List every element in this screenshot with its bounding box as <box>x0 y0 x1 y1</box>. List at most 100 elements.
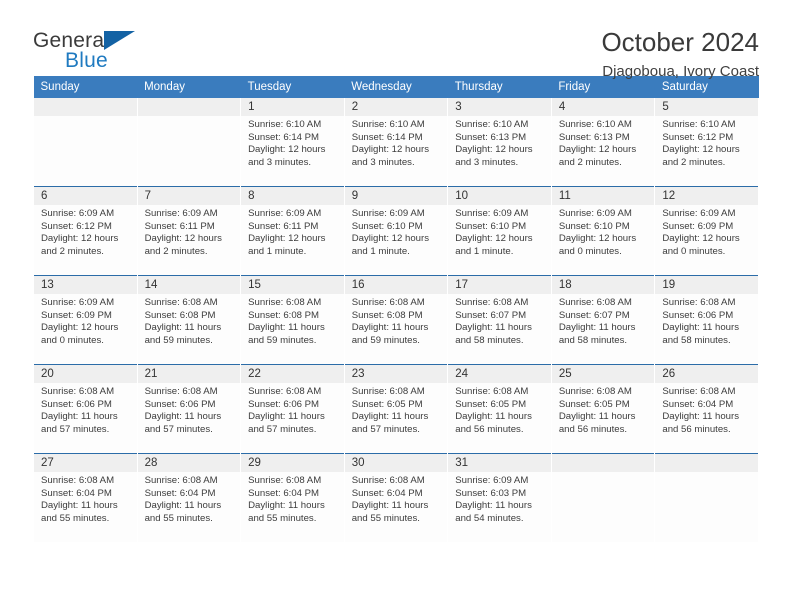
day-detail-lines: Sunrise: 6:08 AM Sunset: 6:08 PM Daylight:… <box>138 294 241 347</box>
day-number <box>34 98 137 116</box>
day-detail-lines: Sunrise: 6:08 AM Sunset: 6:04 PM Daylight:… <box>655 383 758 436</box>
day-detail-line: Sunset: 6:06 PM <box>41 398 112 410</box>
triangle-icon <box>104 31 135 50</box>
day-cell-inner: 3 Sunrise: 6:10 AM Sunset: 6:13 PM Daylight… <box>448 98 551 186</box>
day-detail-line: Daylight: 12 hours <box>455 233 533 245</box>
day-detail-line: and 59 minutes. <box>248 334 317 346</box>
calendar-week-row: 13 Sunrise: 6:09 AM Sunset: 6:09 PM Dayligh… <box>33 275 759 365</box>
calendar-day-cell[interactable]: 7 Sunrise: 6:09 AM Sunset: 6:11 PM Daylight… <box>136 186 242 276</box>
calendar-week-row: 1 Sunrise: 6:10 AM Sunset: 6:14 PM Daylight… <box>33 98 759 187</box>
calendar-day-cell[interactable]: 17 Sunrise: 6:08 AM Sunset: 6:07 PM Dayligh… <box>447 275 552 365</box>
day-cell-inner: 8 Sunrise: 6:09 AM Sunset: 6:11 PM Daylight… <box>241 187 344 275</box>
day-detail-line: Sunrise: 6:08 AM <box>662 386 736 397</box>
calendar-day-cell[interactable]: 20 Sunrise: 6:08 AM Sunset: 6:06 PM Dayligh… <box>33 364 138 454</box>
calendar-day-cell[interactable]: 6 Sunrise: 6:09 AM Sunset: 6:12 PM Daylight… <box>33 186 138 276</box>
calendar-day-cell[interactable]: 13 Sunrise: 6:09 AM Sunset: 6:09 PM Dayligh… <box>33 275 138 365</box>
day-number <box>655 454 758 472</box>
calendar-day-cell[interactable]: 27 Sunrise: 6:08 AM Sunset: 6:04 PM Dayligh… <box>33 453 138 542</box>
calendar-day-cell[interactable]: 23 Sunrise: 6:08 AM Sunset: 6:05 PM Dayligh… <box>343 364 449 454</box>
calendar-day-cell[interactable]: 10 Sunrise: 6:09 AM Sunset: 6:10 PM Dayligh… <box>447 186 552 276</box>
day-cell-inner: 24 Sunrise: 6:08 AM Sunset: 6:05 PM Dayligh… <box>448 365 551 453</box>
day-detail-lines: Sunrise: 6:09 AM Sunset: 6:11 PM Daylight:… <box>241 205 344 258</box>
calendar-day-cell[interactable]: 4 Sunrise: 6:10 AM Sunset: 6:13 PM Daylight… <box>550 98 656 187</box>
brand-logo[interactable]: General Blue <box>33 28 145 74</box>
day-detail-line: Daylight: 12 hours <box>662 144 740 156</box>
calendar-day-cell[interactable]: 14 Sunrise: 6:08 AM Sunset: 6:08 PM Dayligh… <box>136 275 242 365</box>
day-detail-line: Sunset: 6:08 PM <box>248 309 320 321</box>
day-number: 11 <box>551 187 655 205</box>
day-detail-line: Daylight: 11 hours <box>144 500 222 512</box>
calendar-day-cell[interactable]: 24 Sunrise: 6:08 AM Sunset: 6:05 PM Dayligh… <box>447 364 552 454</box>
calendar-day-cell[interactable]: 8 Sunrise: 6:09 AM Sunset: 6:11 PM Daylight… <box>240 186 345 276</box>
calendar-day-cell[interactable]: 5 Sunrise: 6:10 AM Sunset: 6:12 PM Daylight… <box>654 98 759 187</box>
calendar-week-row: 20 Sunrise: 6:08 AM Sunset: 6:06 PM Dayligh… <box>33 364 759 454</box>
day-detail-line: Daylight: 11 hours <box>558 322 636 334</box>
day-cell-inner: 7 Sunrise: 6:09 AM Sunset: 6:11 PM Daylight… <box>137 187 241 275</box>
brand-name-top: General <box>33 29 110 52</box>
day-detail-line: and 58 minutes. <box>455 334 524 346</box>
day-cell-inner: 30 Sunrise: 6:08 AM Sunset: 6:04 PM Dayligh… <box>344 454 448 542</box>
day-cell-inner: 11 Sunrise: 6:09 AM Sunset: 6:10 PM Dayligh… <box>551 187 655 275</box>
day-number: 28 <box>137 454 241 472</box>
day-detail-line: Sunset: 6:09 PM <box>662 220 734 232</box>
day-detail-line: Sunrise: 6:08 AM <box>41 475 115 486</box>
day-cell-inner: 19 Sunrise: 6:08 AM Sunset: 6:06 PM Dayligh… <box>655 276 758 364</box>
calendar-day-cell[interactable]: 30 Sunrise: 6:08 AM Sunset: 6:04 PM Dayligh… <box>343 453 449 542</box>
calendar-day-cell[interactable]: 15 Sunrise: 6:08 AM Sunset: 6:08 PM Dayligh… <box>240 275 345 365</box>
day-detail-line: Sunset: 6:05 PM <box>455 398 527 410</box>
day-detail-line: Sunrise: 6:08 AM <box>351 386 425 397</box>
day-detail-line: Sunrise: 6:08 AM <box>558 386 632 397</box>
day-detail-line: Daylight: 11 hours <box>455 322 532 334</box>
calendar-day-cell[interactable]: 1 Sunrise: 6:10 AM Sunset: 6:14 PM Daylight… <box>240 98 345 187</box>
day-detail-lines: Sunrise: 6:08 AM Sunset: 6:06 PM Daylight:… <box>138 383 241 436</box>
day-cell-inner: 22 Sunrise: 6:08 AM Sunset: 6:06 PM Dayligh… <box>241 365 344 453</box>
day-detail-line: Sunset: 6:14 PM <box>248 131 320 143</box>
day-number: 25 <box>551 365 655 383</box>
day-detail-line: Daylight: 11 hours <box>662 411 739 423</box>
day-detail-line: Daylight: 11 hours <box>558 411 636 423</box>
day-detail-line: and 3 minutes. <box>248 156 312 168</box>
day-detail-line: Daylight: 11 hours <box>144 411 222 423</box>
calendar-day-cell[interactable]: 19 Sunrise: 6:08 AM Sunset: 6:06 PM Dayligh… <box>654 275 759 365</box>
day-detail-line: and 55 minutes. <box>351 512 420 524</box>
day-cell-inner <box>551 454 655 542</box>
weekday-header-sunday: Sunday <box>33 76 138 98</box>
calendar-day-cell[interactable]: 29 Sunrise: 6:08 AM Sunset: 6:04 PM Dayligh… <box>240 453 345 542</box>
day-detail-line: Sunset: 6:06 PM <box>248 398 320 410</box>
day-detail-line: Sunset: 6:08 PM <box>351 309 423 321</box>
calendar-day-cell[interactable]: 16 Sunrise: 6:08 AM Sunset: 6:08 PM Dayligh… <box>343 275 449 365</box>
calendar-day-cell[interactable]: 9 Sunrise: 6:09 AM Sunset: 6:10 PM Daylight… <box>343 186 449 276</box>
day-detail-line: Sunrise: 6:08 AM <box>248 475 322 486</box>
day-detail-line: Sunset: 6:10 PM <box>558 220 630 232</box>
day-number <box>551 454 655 472</box>
day-number: 7 <box>137 187 241 205</box>
calendar-day-cell[interactable]: 2 Sunrise: 6:10 AM Sunset: 6:14 PM Daylight… <box>343 98 449 187</box>
calendar-day-cell[interactable]: 3 Sunrise: 6:10 AM Sunset: 6:13 PM Daylight… <box>447 98 552 187</box>
calendar-empty-cell <box>550 453 656 542</box>
calendar-day-cell[interactable]: 12 Sunrise: 6:09 AM Sunset: 6:09 PM Dayligh… <box>654 186 759 276</box>
day-detail-line: Sunset: 6:06 PM <box>662 309 734 321</box>
day-detail-line: and 59 minutes. <box>144 334 213 346</box>
day-detail-lines <box>655 472 758 475</box>
calendar-day-cell[interactable]: 31 Sunrise: 6:09 AM Sunset: 6:03 PM Dayligh… <box>447 453 552 542</box>
calendar-day-cell[interactable]: 21 Sunrise: 6:08 AM Sunset: 6:06 PM Dayligh… <box>136 364 242 454</box>
day-detail-line: and 58 minutes. <box>558 334 628 346</box>
calendar-day-cell[interactable]: 11 Sunrise: 6:09 AM Sunset: 6:10 PM Dayligh… <box>550 186 656 276</box>
day-cell-inner: 6 Sunrise: 6:09 AM Sunset: 6:12 PM Daylight… <box>34 187 137 275</box>
day-detail-line: Sunset: 6:05 PM <box>558 398 630 410</box>
day-detail-line: and 56 minutes. <box>558 423 628 435</box>
day-detail-lines: Sunrise: 6:08 AM Sunset: 6:08 PM Daylight:… <box>345 294 448 347</box>
calendar-day-cell[interactable]: 25 Sunrise: 6:08 AM Sunset: 6:05 PM Dayligh… <box>550 364 656 454</box>
day-detail-line: Daylight: 12 hours <box>662 233 740 245</box>
day-cell-inner: 26 Sunrise: 6:08 AM Sunset: 6:04 PM Dayligh… <box>655 365 758 453</box>
calendar-day-cell[interactable]: 18 Sunrise: 6:08 AM Sunset: 6:07 PM Dayligh… <box>550 275 656 365</box>
calendar-day-cell[interactable]: 28 Sunrise: 6:08 AM Sunset: 6:04 PM Dayligh… <box>136 453 242 542</box>
calendar-day-cell[interactable]: 22 Sunrise: 6:08 AM Sunset: 6:06 PM Dayligh… <box>240 364 345 454</box>
calendar-page: General Blue October 2024 Djagoboua, Ivo… <box>0 0 792 612</box>
day-detail-line: Daylight: 11 hours <box>248 500 325 512</box>
day-detail-lines: Sunrise: 6:10 AM Sunset: 6:13 PM Daylight:… <box>448 116 551 169</box>
day-cell-inner: 17 Sunrise: 6:08 AM Sunset: 6:07 PM Dayligh… <box>448 276 551 364</box>
calendar-day-cell[interactable]: 26 Sunrise: 6:08 AM Sunset: 6:04 PM Dayligh… <box>654 364 759 454</box>
day-number: 3 <box>448 98 551 116</box>
day-cell-inner: 12 Sunrise: 6:09 AM Sunset: 6:09 PM Dayligh… <box>655 187 758 275</box>
